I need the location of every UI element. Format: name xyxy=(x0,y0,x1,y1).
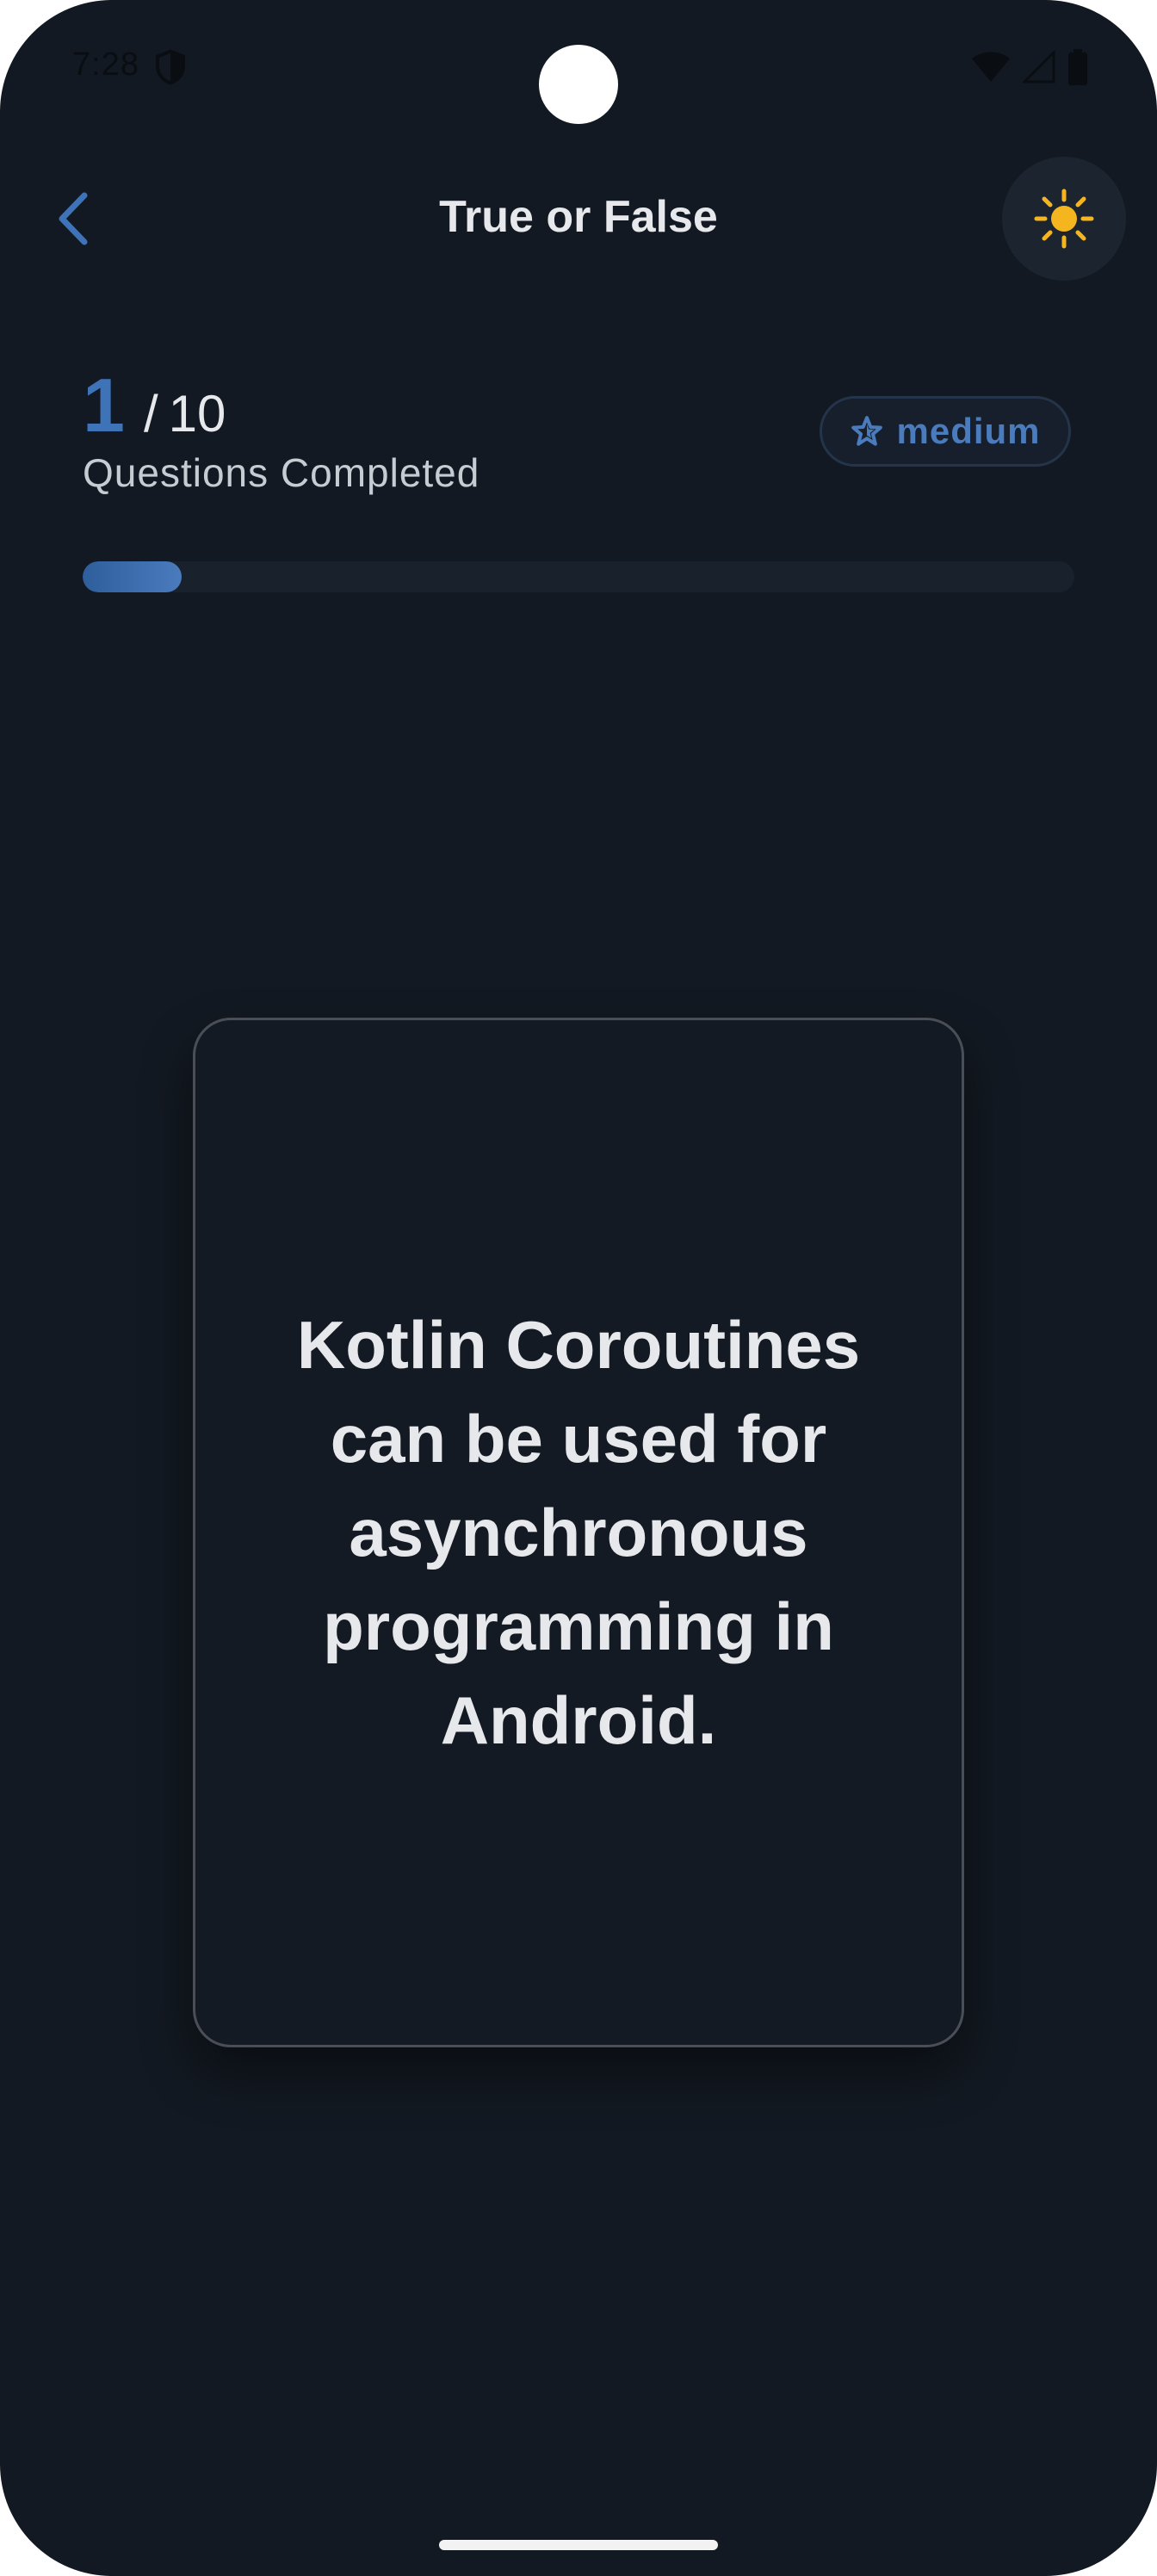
status-icons xyxy=(971,48,1088,86)
question-card[interactable]: Kotlin Coroutines can be used for asynch… xyxy=(193,1018,964,2047)
page-title: True or False xyxy=(439,192,718,242)
wifi-icon xyxy=(972,52,1010,82)
shield-icon xyxy=(156,49,185,85)
sun-icon xyxy=(1034,189,1094,249)
question-text: Kotlin Coroutines can be used for asynch… xyxy=(296,1306,861,1758)
theme-toggle-button[interactable] xyxy=(1002,157,1126,281)
progress-counter: 1 /10 xyxy=(83,362,226,449)
star-icon xyxy=(851,416,883,446)
progress-total: 10 xyxy=(168,385,226,443)
status-time: 7:28 xyxy=(72,46,139,83)
progress-caption: Questions Completed xyxy=(83,450,480,495)
progress-bar xyxy=(83,561,1074,592)
progress-separator: / xyxy=(143,385,158,443)
home-indicator[interactable] xyxy=(439,2540,718,2550)
difficulty-label: medium xyxy=(896,411,1041,451)
progress-current: 1 xyxy=(83,362,125,448)
front-camera xyxy=(539,45,618,124)
app-screen: 7:28 True or False 1 / 10 Questions Comp… xyxy=(0,0,1157,2576)
status-bar: 7:28 xyxy=(0,0,1157,138)
difficulty-badge: medium xyxy=(820,396,1071,467)
battery-icon xyxy=(1068,49,1087,85)
progress-bar-fill xyxy=(83,561,183,592)
cellular-signal-icon xyxy=(1023,51,1055,84)
